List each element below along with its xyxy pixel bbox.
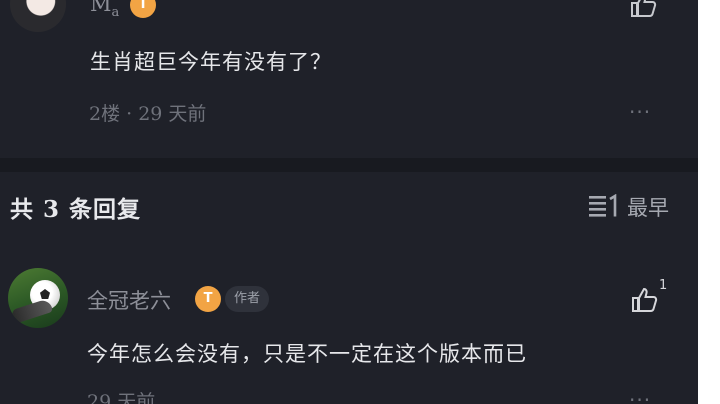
comment-text: 生肖超巨今年有没有了？ bbox=[90, 50, 332, 74]
avatar[interactable] bbox=[8, 268, 68, 328]
like-icon[interactable] bbox=[628, 0, 658, 20]
level-badge-icon: T bbox=[195, 286, 221, 312]
comment-meta: 29 天前 bbox=[87, 391, 156, 404]
section-divider bbox=[0, 158, 698, 172]
sort-icon[interactable] bbox=[589, 194, 619, 218]
username[interactable]: Ma bbox=[90, 0, 119, 20]
author-tag: 作者 bbox=[225, 286, 269, 312]
more-icon[interactable]: ··· bbox=[629, 102, 651, 122]
like-count: 1 bbox=[659, 278, 668, 293]
comment-panel: Ma T 生肖超巨今年有没有了？ 2楼 · 29 天前 ··· 共 3 条回复 … bbox=[0, 0, 698, 404]
sort-option[interactable]: 最早 bbox=[627, 192, 669, 222]
replies-count-title: 共 3 条回复 bbox=[10, 196, 142, 223]
more-icon[interactable]: ··· bbox=[629, 390, 651, 404]
like-icon[interactable] bbox=[629, 285, 659, 315]
comment-text: 今年怎么会没有，只是不一定在这个版本而已 bbox=[87, 342, 527, 366]
parent-comment bbox=[0, 0, 698, 158]
comment-meta: 2楼 · 29 天前 bbox=[89, 103, 207, 125]
username[interactable]: 全冠老六 bbox=[87, 285, 171, 315]
